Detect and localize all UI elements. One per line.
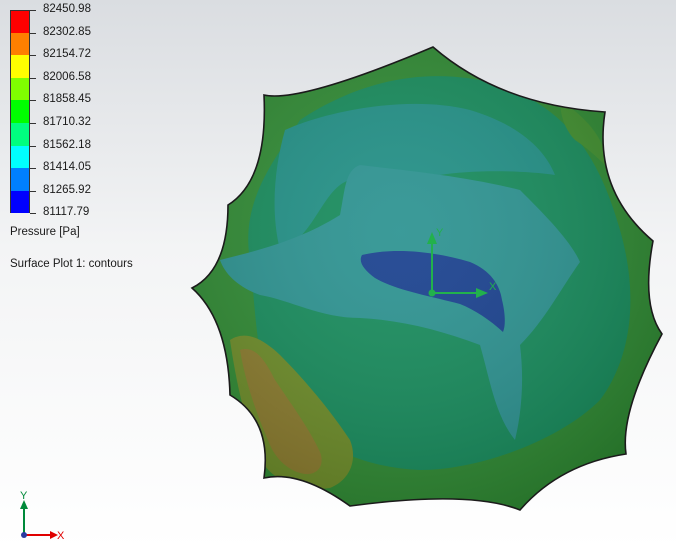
legend-value-label: 81858.45 xyxy=(43,93,91,106)
legend-color-swatch xyxy=(10,77,30,101)
legend-color-swatch xyxy=(10,100,30,123)
legend-color-swatch xyxy=(10,10,30,33)
graphics-viewport[interactable]: Y X Y X xyxy=(0,0,676,550)
legend-tick xyxy=(30,122,36,124)
legend-value-label: 81414.05 xyxy=(43,161,91,174)
surface-plot-model[interactable] xyxy=(180,40,670,520)
legend-tick xyxy=(30,77,36,79)
legend-color-swatch xyxy=(10,55,30,78)
legend-value-label: 81117.79 xyxy=(43,206,90,219)
legend-tick xyxy=(30,100,36,102)
legend-tick xyxy=(30,213,36,215)
triad-x-label: X xyxy=(57,530,65,542)
center-origin xyxy=(428,289,436,297)
triad-y-label: Y xyxy=(20,490,28,502)
legend-value-label: 81562.18 xyxy=(43,138,91,151)
legend-value-label: 82302.85 xyxy=(43,25,91,38)
legend-tick xyxy=(30,10,36,11)
legend-tick xyxy=(30,168,36,170)
surface-plot-name: Surface Plot 1: contours xyxy=(10,258,133,270)
legend-value-label: 81710.32 xyxy=(43,115,91,128)
legend-value-label: 82450.98 xyxy=(43,3,91,15)
legend-value-label: 81265.92 xyxy=(43,183,91,196)
center-x-label: X xyxy=(489,281,497,293)
legend-color-swatch xyxy=(10,190,30,214)
legend-color-swatch xyxy=(10,32,30,56)
legend-tick xyxy=(30,32,36,34)
legend-color-swatch xyxy=(10,145,30,169)
legend-color-swatch xyxy=(10,122,30,146)
view-triad: Y X xyxy=(20,490,65,542)
legend-tick xyxy=(30,190,36,192)
legend-color-swatch xyxy=(10,168,30,191)
legend-value-label: 82154.72 xyxy=(43,48,91,61)
triad-origin xyxy=(21,532,27,538)
legend-tick xyxy=(30,55,36,57)
legend-quantity-label: Pressure [Pa] xyxy=(10,226,80,238)
legend-tick xyxy=(30,145,36,147)
legend-value-label: 82006.58 xyxy=(43,70,91,83)
center-y-label: Y xyxy=(436,227,444,239)
